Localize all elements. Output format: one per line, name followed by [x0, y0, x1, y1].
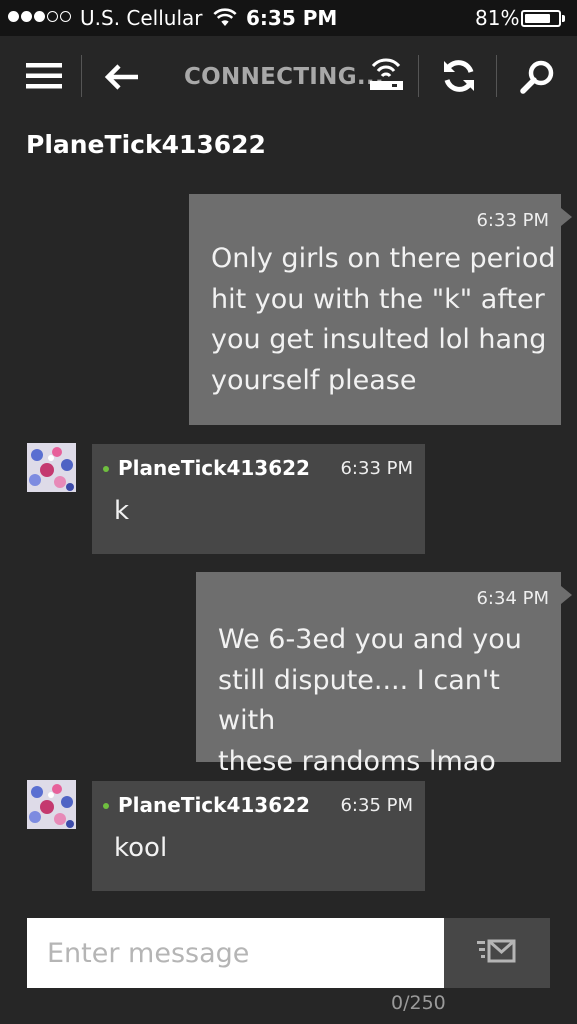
- back-arrow-icon[interactable]: [104, 63, 140, 95]
- battery-percentage: 81%: [475, 6, 520, 30]
- search-icon[interactable]: [520, 59, 556, 99]
- message-time: 6:34 PM: [476, 588, 549, 609]
- refresh-icon[interactable]: [440, 57, 478, 99]
- avatar[interactable]: [27, 780, 76, 829]
- incoming-message-bubble[interactable]: PlaneTick413622 6:33 PM k: [92, 444, 425, 554]
- message-input[interactable]: [27, 918, 444, 988]
- message-time: 6:35 PM: [340, 795, 413, 816]
- online-status-dot: [103, 803, 109, 809]
- message-time: 6:33 PM: [476, 210, 549, 231]
- message-sender: PlaneTick413622: [118, 456, 310, 480]
- toolbar-divider: [81, 55, 82, 97]
- signal-strength-icon: [8, 11, 71, 22]
- outgoing-message-bubble[interactable]: 6:34 PM We 6-3ed you and you still dispu…: [196, 572, 572, 777]
- status-time: 6:35 PM: [246, 6, 338, 30]
- avatar[interactable]: [27, 443, 76, 492]
- wifi-icon: [213, 8, 237, 32]
- online-status-dot: [103, 466, 109, 472]
- send-button[interactable]: [444, 918, 550, 988]
- message-text: kool: [114, 833, 168, 863]
- menu-icon[interactable]: [26, 62, 62, 94]
- incoming-message-bubble[interactable]: PlaneTick413622 6:35 PM kool: [92, 781, 425, 891]
- message-text: k: [114, 496, 130, 526]
- outgoing-message-bubble[interactable]: 6:33 PM Only girls on there period hit y…: [189, 194, 572, 425]
- carrier-name: U.S. Cellular: [80, 6, 203, 30]
- character-counter: 0/250: [391, 992, 446, 1014]
- message-text: Only girls on there period hit you with …: [211, 243, 556, 396]
- status-bar: U.S. Cellular 6:35 PM 81%: [0, 0, 577, 36]
- send-mail-icon: [477, 939, 517, 971]
- conversation-title: PlaneTick413622: [26, 130, 266, 159]
- battery-tip: [562, 15, 565, 22]
- toolbar-divider: [418, 55, 419, 97]
- message-text: We 6-3ed you and you still dispute.... I…: [218, 624, 522, 777]
- battery-icon: [521, 10, 561, 27]
- toolbar-divider: [496, 55, 497, 97]
- message-sender: PlaneTick413622: [118, 793, 310, 817]
- network-wifi-icon: [366, 54, 406, 98]
- message-time: 6:33 PM: [340, 458, 413, 479]
- connection-status: CONNECTING...: [184, 64, 385, 90]
